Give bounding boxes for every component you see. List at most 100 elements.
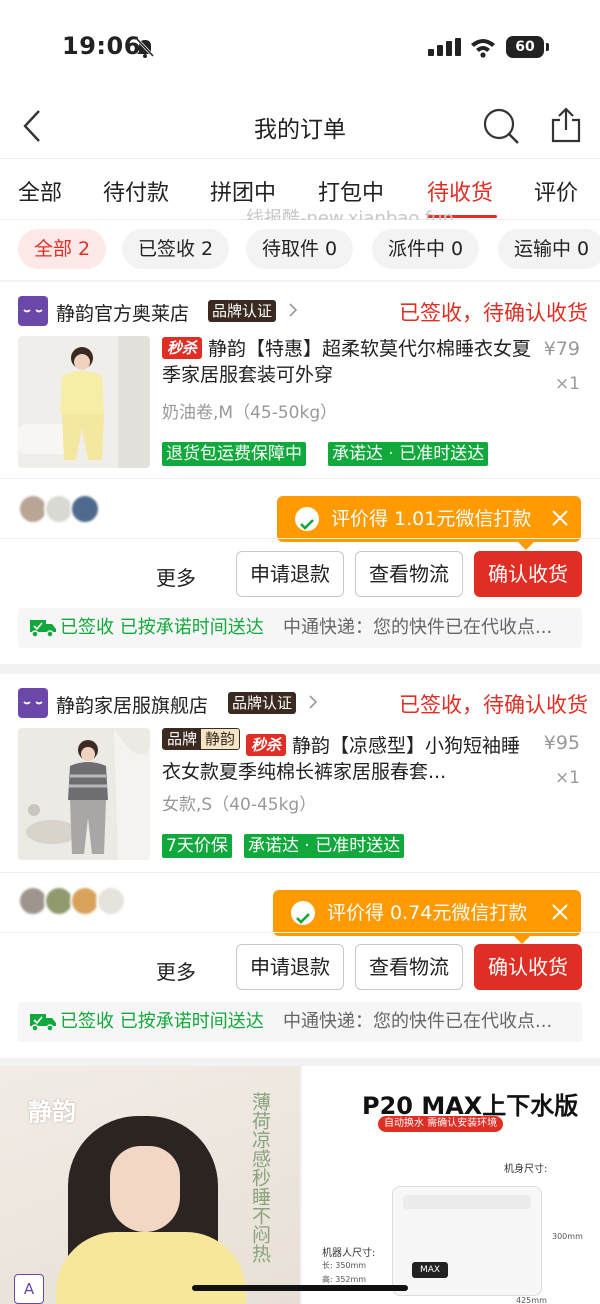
tab-all[interactable]: 全部 (18, 175, 62, 207)
bell-off-icon (135, 37, 155, 58)
tab-group-buying[interactable]: 拼团中 (210, 175, 276, 207)
view-logistics-button[interactable]: 查看物流 (355, 551, 463, 597)
wifi-icon (471, 39, 495, 58)
confirm-receipt-button[interactable]: 确认收货 (474, 551, 582, 597)
seckill-tag: 秒杀 (246, 734, 287, 756)
chip-pickup[interactable]: 待取件 0 (246, 229, 354, 269)
refund-button[interactable]: 申请退款 (236, 944, 344, 990)
seckill-tag: 秒杀 (162, 337, 203, 359)
order-card: 静韵家居服旗舰店 品牌认证 已签收，待确认收货 品牌 静韵 秒杀 静韵【凉感型】小狗短… (0, 674, 600, 1058)
signal-icon (428, 38, 461, 56)
tooltip-text: 评价得 1.01元微信打款 (331, 508, 532, 530)
shop-logo-eyes-icon (23, 309, 43, 313)
product-title[interactable]: 秒杀 静韵【特惠】超柔软莫代尔棉睡衣女夏季家居服套装可外穿 (162, 336, 534, 388)
brand-badge: 品牌认证 (208, 300, 277, 322)
chip-signed[interactable]: 已签收 2 (122, 229, 230, 269)
brand-tag: 品牌 静韵 (162, 728, 241, 750)
logistics-info: 中通快递：您的快件已在代收点... (283, 617, 553, 638)
robot-top (403, 1195, 531, 1209)
battery-indicator: 60 (506, 36, 544, 58)
product-spec: 女款,S（40-45kg） (162, 795, 317, 815)
ad-slogan: 薄荷凉感秒睡不闷热 (249, 1092, 271, 1263)
chevron-right-icon (309, 695, 318, 709)
product-price: ¥95 (543, 732, 580, 754)
product-image[interactable] (18, 336, 150, 468)
ad-model-shirt (56, 1232, 246, 1304)
close-icon[interactable] (551, 903, 569, 921)
service-tag: 退货包运费保障中 (162, 442, 306, 466)
status-bar: 19:06 60 (0, 0, 600, 96)
ad-pajama-promo[interactable]: 静韵 薄荷凉感秒睡不闷热 (0, 1066, 300, 1304)
product-title[interactable]: 品牌 静韵 秒杀 静韵【凉感型】小狗短袖睡衣女款夏季纯棉长裤家居服春套... (162, 728, 534, 780)
tab-packing[interactable]: 打包中 (318, 175, 384, 207)
reviewer-avatars (18, 886, 128, 916)
ad-store-logo: A (14, 1274, 44, 1304)
view-logistics-button[interactable]: 查看物流 (355, 944, 463, 990)
brand-badge: 品牌认证 (228, 692, 297, 714)
product-price: ¥79 (543, 338, 580, 360)
confirm-receipt-button[interactable]: 确认收货 (474, 944, 582, 990)
logistics-bar[interactable]: 已签收 已按承诺时间送达 中通快递：您的快件已在代收点... (18, 1002, 582, 1042)
wechat-pay-icon (291, 901, 315, 925)
order-status: 已签收，待确认收货 (399, 301, 588, 325)
tooltip-arrow (513, 935, 531, 944)
tooltip-text: 评价得 0.74元微信打款 (327, 902, 528, 924)
product-image[interactable] (18, 728, 150, 860)
brand-tag-name: 静韵 (201, 729, 240, 749)
more-button[interactable]: 更多 (156, 562, 196, 591)
service-tag: 承诺达 · 已准时送达 (328, 442, 489, 466)
search-icon[interactable] (482, 107, 520, 145)
service-tag: 7天价保 (162, 834, 232, 858)
share-icon[interactable] (550, 106, 582, 144)
shop-row[interactable]: 静韵官方奥莱店 品牌认证 已签收，待确认收货 (18, 296, 588, 326)
divider (0, 478, 600, 479)
shop-row[interactable]: 静韵家居服旗舰店 品牌认证 已签收，待确认收货 (18, 688, 588, 718)
ad-robot-size-label: 机器人尺寸: (322, 1248, 376, 1259)
ad-robot-length: 长: 350mm (322, 1261, 367, 1270)
ad-robot-width: 425mm (516, 1296, 547, 1304)
logistics-status: 已签收 已按承诺时间送达 (60, 617, 264, 638)
tab-review[interactable]: 评价 (534, 175, 578, 207)
review-reward-tooltip[interactable]: 评价得 1.01元微信打款 (277, 496, 581, 550)
service-tag: 承诺达 · 已准时送达 (244, 834, 405, 858)
robot-display: MAX (412, 1262, 448, 1278)
chip-in-transit[interactable]: 运输中 0 (498, 229, 600, 269)
refund-button[interactable]: 申请退款 (236, 551, 344, 597)
ad-height-label: 300mm (552, 1232, 583, 1241)
reviewer-avatars (18, 494, 108, 524)
robot-image (392, 1186, 542, 1296)
avatar (70, 494, 100, 524)
status-time: 19:06 (62, 32, 141, 60)
battery-tip (546, 43, 549, 51)
brand-tag-label: 品牌 (163, 729, 202, 749)
tab-pending-receipt[interactable]: 待收货 (427, 175, 493, 207)
shop-logo (18, 296, 48, 326)
ad-size-label: 机身尺寸: (504, 1164, 548, 1175)
ad-product-subtitle: 自动换水 需确认安装环境 (378, 1116, 504, 1132)
tooltip-arrow (517, 541, 535, 550)
logistics-bar[interactable]: 已签收 已按承诺时间送达 中通快递：您的快件已在代收点... (18, 608, 582, 648)
divider (0, 538, 600, 539)
shop-logo-eyes-icon (23, 701, 43, 705)
ad-banner[interactable]: 静韵 薄荷凉感秒睡不闷热 P20 MAX上下水版 自动换水 需确认安装环境 机身… (0, 1066, 600, 1304)
ad-brand-logo: 静韵 (28, 1098, 76, 1126)
product-quantity: ×1 (554, 374, 580, 394)
review-reward-tooltip[interactable]: 评价得 0.74元微信打款 (273, 890, 581, 944)
home-indicator[interactable] (192, 1285, 408, 1291)
filter-chips: 全部 2 已签收 2 待取件 0 派件中 0 运输中 0 (0, 220, 600, 280)
close-icon[interactable] (551, 509, 569, 527)
shop-logo (18, 688, 48, 718)
nav-bar: 我的订单 (0, 96, 600, 158)
chip-all[interactable]: 全部 2 (18, 229, 107, 269)
ad-robot-height: 高: 352mm (322, 1275, 367, 1284)
shop-name: 静韵官方奥莱店 (56, 303, 190, 325)
shop-name: 静韵家居服旗舰店 (56, 695, 209, 717)
ad-robot-promo[interactable]: P20 MAX上下水版 自动换水 需确认安装环境 机身尺寸: MAX 300mm… (302, 1066, 600, 1304)
product-photo-pajama (18, 336, 150, 468)
avatar (96, 886, 126, 916)
logistics-info: 中通快递：您的快件已在代收点... (283, 1011, 553, 1032)
chip-delivering[interactable]: 派件中 0 (372, 229, 480, 269)
more-button[interactable]: 更多 (156, 956, 196, 985)
tab-pending-payment[interactable]: 待付款 (103, 175, 169, 207)
divider (0, 872, 600, 873)
